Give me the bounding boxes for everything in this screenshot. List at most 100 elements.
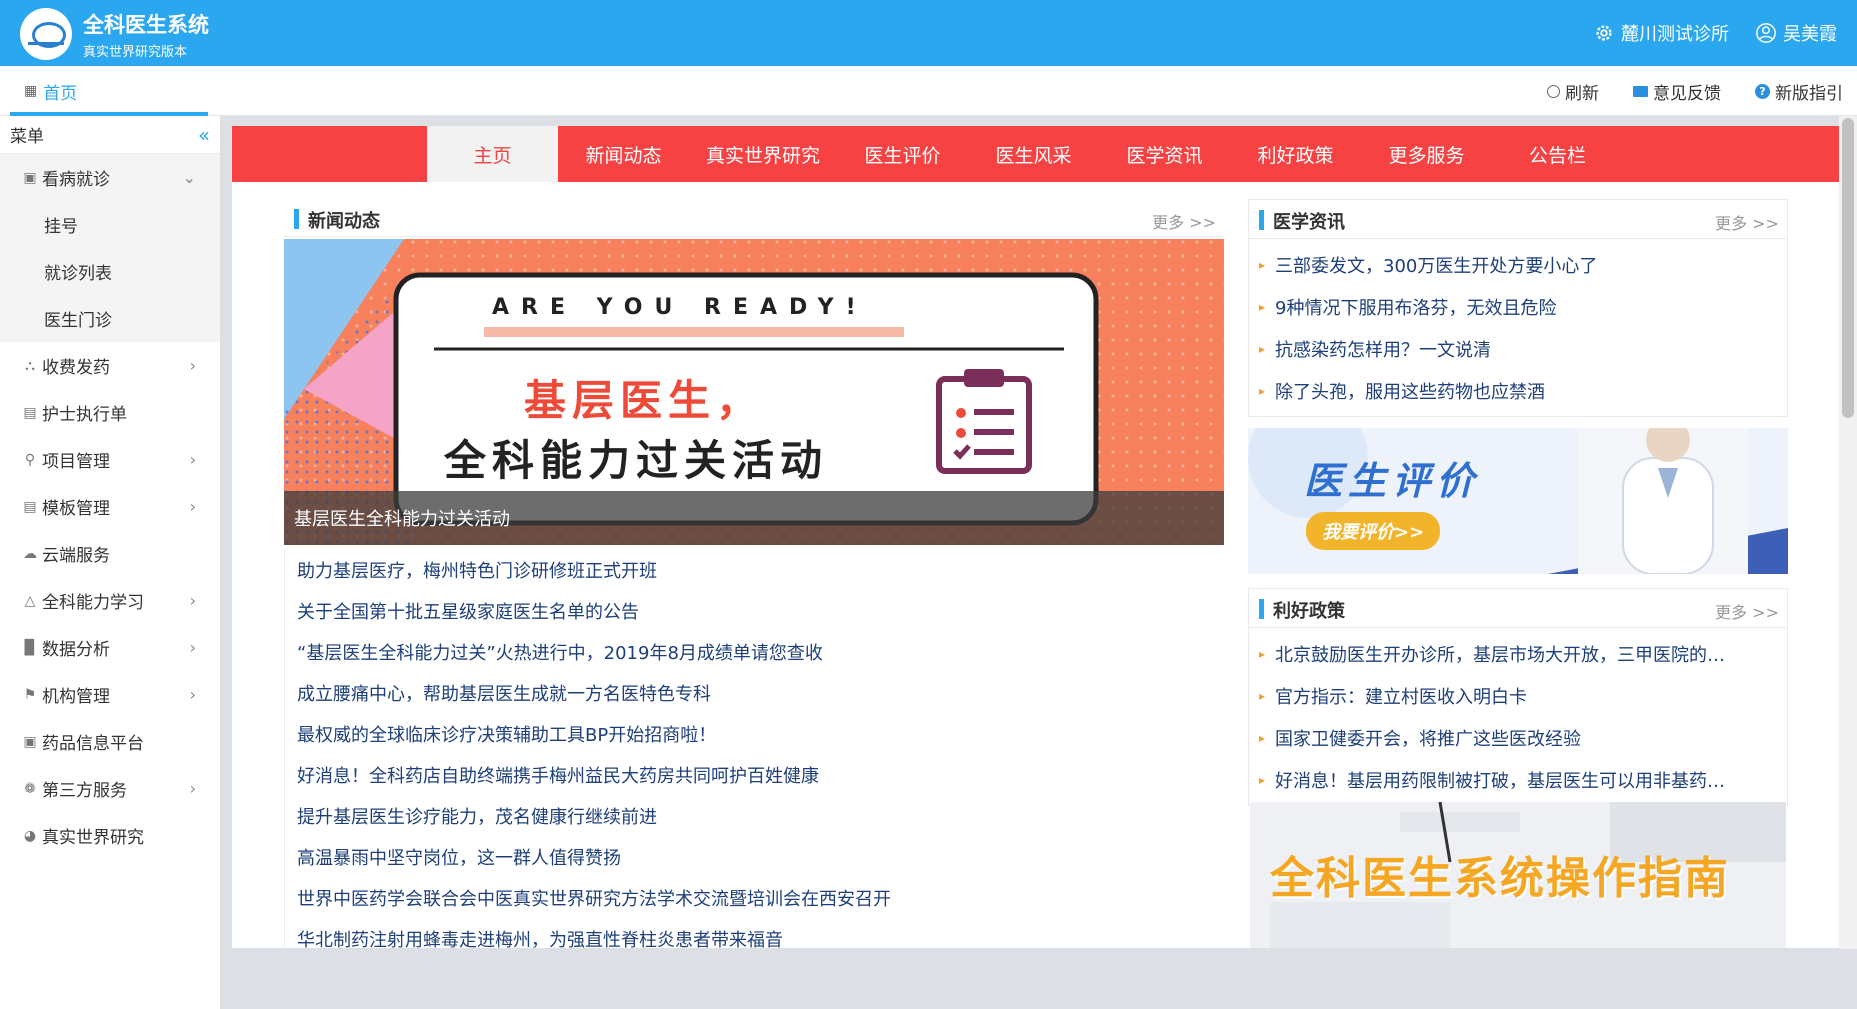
chevron-right-icon: › bbox=[189, 685, 196, 704]
news-banner[interactable]: ARE YOU READY! 基层医生， 全科能力过关活动 基层医生全科能力过关… bbox=[284, 239, 1224, 545]
sidebar-item-institution[interactable]: ⚑ 机构管理 › bbox=[0, 671, 220, 718]
policy-item[interactable]: 国家卫健委开会，将推广这些医改经验 bbox=[1259, 717, 1779, 759]
sidebar-item-nurse-orders[interactable]: ▤ 护士执行单 bbox=[0, 389, 220, 436]
news-item[interactable]: 提升基层医生诊疗能力，茂名健康行继续前进 bbox=[284, 795, 1224, 836]
mail-icon bbox=[1633, 85, 1648, 97]
sidebar-subitem-visit-list[interactable]: 就诊列表 bbox=[0, 248, 220, 295]
banner-line2: 全科能力过关活动 bbox=[444, 436, 829, 485]
sidebar-item-learning[interactable]: △ 全科能力学习 › bbox=[0, 577, 220, 624]
news-item[interactable]: “基层医生全科能力过关”火热进行中，2019年8月成绩单请您查收 bbox=[284, 631, 1224, 672]
sidebar-item-label: 收费发药 bbox=[42, 358, 110, 378]
medinfo-list: 三部委发文，300万医生开处方要小心了 9种情况下服用布洛芬，无效且危险 抗感染… bbox=[1259, 244, 1779, 412]
portal-nav-news[interactable]: 新闻动态 bbox=[558, 126, 689, 182]
policy-item[interactable]: 北京鼓励医生开办诊所，基层市场大开放，三甲医院的… bbox=[1259, 633, 1779, 675]
news-item[interactable]: 助力基层医疗，梅州特色门诊研修班正式开班 bbox=[284, 549, 1224, 590]
sidebar-item-projects[interactable]: ⚲ 项目管理 › bbox=[0, 436, 220, 483]
menu-header: 菜单 ‹‹ bbox=[0, 116, 220, 154]
portal-nav-more[interactable]: 更多服务 bbox=[1361, 126, 1492, 182]
people-icon: △ bbox=[24, 592, 36, 609]
grid-icon: ▦ bbox=[24, 83, 38, 99]
chevron-right-icon: › bbox=[189, 779, 196, 798]
medinfo-item[interactable]: 三部委发文，300万医生开处方要小心了 bbox=[1259, 244, 1779, 286]
banner-caption: 基层医生全科能力过关活动 bbox=[284, 491, 1224, 545]
feedback-button[interactable]: 意见反馈 bbox=[1633, 79, 1721, 104]
app-logo bbox=[20, 8, 72, 60]
template-icon: ▤ bbox=[23, 498, 37, 515]
policy-item[interactable]: 官方指示：建立村医收入明白卡 bbox=[1259, 675, 1779, 717]
portal-nav-home[interactable]: 主页 bbox=[427, 126, 558, 182]
help-icon: ? bbox=[1755, 83, 1770, 99]
portal-nav-medinfo[interactable]: 医学资讯 bbox=[1099, 126, 1230, 182]
sidebar-item-third-party[interactable]: ❁ 第三方服务 › bbox=[0, 765, 220, 812]
refresh-button[interactable]: 刷新 bbox=[1547, 79, 1599, 104]
news-item[interactable]: 华北制药注射用蜂毒走进梅州，为强直性脊柱炎患者带来福音 bbox=[284, 918, 1224, 948]
user-menu[interactable]: 吴美霞 bbox=[1755, 20, 1837, 46]
medinfo-item[interactable]: 除了头孢，服用这些药物也应禁酒 bbox=[1259, 370, 1779, 412]
sidebar-item-label: 真实世界研究 bbox=[42, 828, 144, 848]
portal-nav-policy[interactable]: 利好政策 bbox=[1230, 126, 1361, 182]
tab-bar: ▦ 首页 刷新 意见反馈 ? 新版指引 bbox=[0, 66, 1857, 116]
medinfo-panel: 医学资讯 更多 >> 三部委发文，300万医生开处方要小心了 9种情况下服用布洛… bbox=[1248, 199, 1788, 417]
collapse-sidebar-icon[interactable]: ‹‹ bbox=[198, 123, 210, 147]
doctor-evaluation-banner[interactable]: 医生评价 我要评价>> bbox=[1248, 428, 1788, 574]
medinfo-more-link[interactable]: 更多 >> bbox=[1715, 210, 1779, 234]
medinfo-item[interactable]: 抗感染药怎样用？一文说清 bbox=[1259, 328, 1779, 370]
sidebar-item-label: 数据分析 bbox=[42, 640, 110, 660]
news-item[interactable]: 关于全国第十批五星级家庭医生名单的公告 bbox=[284, 590, 1224, 631]
news-item[interactable]: 世界中医药学会联合会中医真实世界研究方法学术交流暨培训会在西安召开 bbox=[284, 877, 1224, 918]
clipboard-icon bbox=[936, 369, 1032, 474]
globe-icon: ◕ bbox=[23, 827, 37, 844]
sidebar-item-consultation[interactable]: ▣ 看病就诊 ⌄ bbox=[0, 154, 220, 201]
news-item[interactable]: 高温暴雨中坚守岗位，这一群人值得赞扬 bbox=[284, 836, 1224, 877]
cloud-icon: ☁ bbox=[23, 545, 37, 562]
policy-item[interactable]: 好消息！基层用药限制被打破，基层医生可以用非基药… bbox=[1259, 759, 1779, 801]
gear-icon bbox=[1596, 25, 1612, 41]
medinfo-item[interactable]: 9种情况下服用布洛芬，无效且危险 bbox=[1259, 286, 1779, 328]
portal-nav-rwr[interactable]: 真实世界研究 bbox=[689, 126, 837, 182]
sidebar-item-label: 医生门诊 bbox=[44, 311, 112, 331]
tab-home[interactable]: ▦ 首页 bbox=[10, 66, 210, 116]
sidebar-item-label: 护士执行单 bbox=[42, 405, 127, 425]
clinic-selector[interactable]: 麓川测试诊所 bbox=[1593, 20, 1729, 46]
chevron-right-icon: › bbox=[189, 638, 196, 657]
sidebar-subitem-registration[interactable]: 挂号 bbox=[0, 201, 220, 248]
operation-guide-banner[interactable]: 全科医生系统操作指南 bbox=[1250, 802, 1786, 948]
eval-banner-button[interactable]: 我要评价>> bbox=[1306, 512, 1441, 550]
flag-icon: ⚑ bbox=[23, 686, 37, 703]
chevron-right-icon: › bbox=[189, 450, 196, 469]
policy-list: 北京鼓励医生开办诊所，基层市场大开放，三甲医院的… 官方指示：建立村医收入明白卡… bbox=[1259, 633, 1779, 801]
portal-nav-notice[interactable]: 公告栏 bbox=[1492, 126, 1623, 182]
pill-box-icon: ▣ bbox=[23, 733, 37, 750]
medinfo-title: 医学资讯 bbox=[1259, 208, 1345, 234]
news-item[interactable]: 成立腰痛中心，帮助基层医生成就一方名医特色专科 bbox=[284, 672, 1224, 713]
sidebar-item-rwr[interactable]: ◕ 真实世界研究 bbox=[0, 812, 220, 859]
news-panel: 新闻动态 更多 >> ARE YOU READY! 基层医生， 全科能力过关活动 bbox=[284, 199, 1224, 948]
sidebar-item-cloud[interactable]: ☁ 云端服务 bbox=[0, 530, 220, 577]
portal-nav-showcase[interactable]: 医生风采 bbox=[968, 126, 1099, 182]
chevron-right-icon: › bbox=[189, 356, 196, 375]
sidebar-item-label: 就诊列表 bbox=[44, 264, 112, 284]
sidebar-subitem-clinic[interactable]: 医生门诊 bbox=[0, 295, 220, 342]
sidebar-item-label: 第三方服务 bbox=[42, 781, 127, 801]
new-guide-button[interactable]: ? 新版指引 bbox=[1755, 79, 1843, 104]
chevron-down-icon: ⌄ bbox=[182, 168, 196, 187]
page-scrollbar-thumb[interactable] bbox=[1842, 118, 1854, 418]
news-list: 助力基层医疗，梅州特色门诊研修班正式开班 关于全国第十批五星级家庭医生名单的公告… bbox=[284, 549, 1224, 948]
news-item[interactable]: 好消息！全科药店自助终端携手梅州益民大药房共同呵护百姓健康 bbox=[284, 754, 1224, 795]
tab-actions: 刷新 意见反馈 ? 新版指引 bbox=[1547, 66, 1843, 116]
policy-more-link[interactable]: 更多 >> bbox=[1715, 599, 1779, 623]
portal-nav-evaluation[interactable]: 医生评价 bbox=[837, 126, 968, 182]
chevron-right-icon: › bbox=[189, 591, 196, 610]
policy-panel: 利好政策 更多 >> 北京鼓励医生开办诊所，基层市场大开放，三甲医院的… 官方指… bbox=[1248, 588, 1788, 806]
sidebar-item-billing[interactable]: ⛬ 收费发药 › bbox=[0, 342, 220, 389]
banner-top-text: ARE YOU READY! bbox=[492, 295, 868, 320]
news-item[interactable]: 最权威的全球临床诊疗决策辅助工具BP开始招商啦！ bbox=[284, 713, 1224, 754]
sidebar-item-label: 项目管理 bbox=[42, 452, 110, 472]
news-more-link[interactable]: 更多 >> bbox=[1152, 209, 1216, 233]
sidebar-item-templates[interactable]: ▤ 模板管理 › bbox=[0, 483, 220, 530]
sidebar-item-drug-platform[interactable]: ▣ 药品信息平台 bbox=[0, 718, 220, 765]
menu-title: 菜单 bbox=[10, 127, 44, 147]
feedback-label: 意见反馈 bbox=[1653, 83, 1721, 104]
sidebar-item-analytics[interactable]: ▉ 数据分析 › bbox=[0, 624, 220, 671]
sidebar-item-label: 云端服务 bbox=[42, 546, 110, 566]
